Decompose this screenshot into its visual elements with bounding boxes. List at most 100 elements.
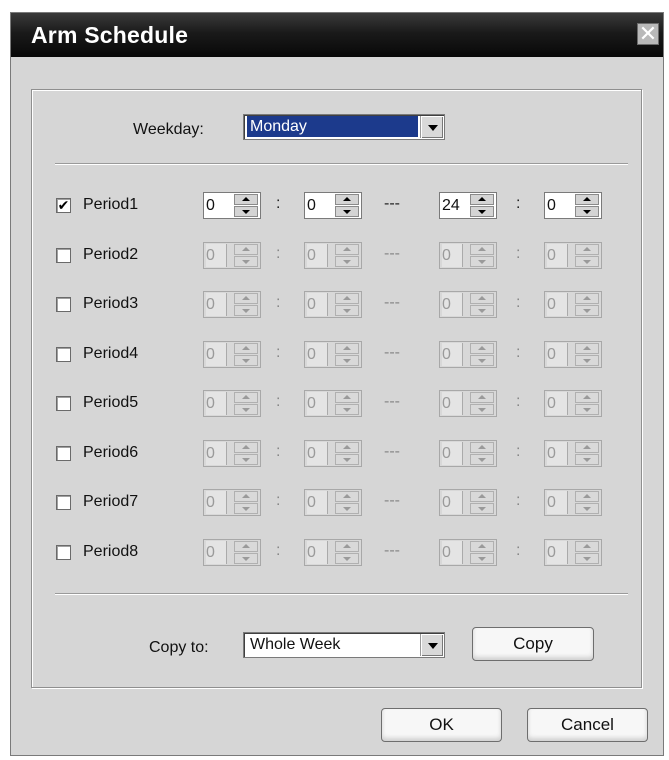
spinner-down-icon[interactable] [575, 404, 599, 415]
spinner-up-icon[interactable] [234, 343, 258, 354]
spinner-up-icon[interactable] [575, 491, 599, 502]
start-minute-spinner[interactable]: 0 [304, 539, 362, 566]
spinner-value[interactable]: 0 [307, 541, 328, 564]
spinner-down-icon[interactable] [470, 305, 494, 316]
spinner-down-icon[interactable] [335, 404, 359, 415]
spinner-up-icon[interactable] [335, 343, 359, 354]
spinner-down-icon[interactable] [575, 553, 599, 564]
start-hour-spinner[interactable]: 0 [203, 489, 261, 516]
period-checkbox[interactable] [56, 446, 71, 461]
spinner-down-icon[interactable] [234, 503, 258, 514]
spinner-value[interactable]: 0 [442, 244, 463, 267]
end-hour-spinner[interactable]: 0 [439, 440, 497, 467]
spinner-up-icon[interactable] [470, 491, 494, 502]
spinner-down-icon[interactable] [234, 355, 258, 366]
cancel-button[interactable]: Cancel [527, 708, 648, 742]
spinner-value[interactable]: 0 [307, 392, 328, 415]
start-hour-spinner[interactable]: 0 [203, 539, 261, 566]
spinner-value[interactable]: 0 [442, 442, 463, 465]
start-minute-spinner[interactable]: 0 [304, 242, 362, 269]
spinner-up-icon[interactable] [575, 244, 599, 255]
spinner-value[interactable]: 0 [307, 442, 328, 465]
spinner-value[interactable]: 0 [206, 541, 227, 564]
weekday-select[interactable]: Monday [243, 114, 445, 140]
spinner-down-icon[interactable] [335, 256, 359, 267]
spinner-value[interactable]: 0 [206, 491, 227, 514]
spinner-up-icon[interactable] [234, 293, 258, 304]
end-hour-spinner[interactable]: 0 [439, 390, 497, 417]
spinner-down-icon[interactable] [470, 503, 494, 514]
spinner-down-icon[interactable] [234, 256, 258, 267]
spinner-down-icon[interactable] [470, 355, 494, 366]
spinner-down-icon[interactable] [234, 454, 258, 465]
spinner-value[interactable]: 0 [307, 343, 328, 366]
start-minute-spinner[interactable]: 0 [304, 440, 362, 467]
end-hour-spinner[interactable]: 0 [439, 489, 497, 516]
spinner-value[interactable]: 0 [307, 293, 328, 316]
spinner-value[interactable]: 0 [442, 343, 463, 366]
spinner-down-icon[interactable] [575, 256, 599, 267]
chevron-down-icon[interactable] [420, 116, 443, 138]
end-minute-spinner[interactable]: 0 [544, 489, 602, 516]
end-hour-spinner[interactable]: 24 [439, 192, 497, 219]
spinner-value[interactable]: 0 [442, 392, 463, 415]
spinner-down-icon[interactable] [575, 355, 599, 366]
start-hour-spinner[interactable]: 0 [203, 341, 261, 368]
spinner-up-icon[interactable] [470, 541, 494, 552]
spinner-up-icon[interactable] [575, 293, 599, 304]
spinner-up-icon[interactable] [234, 442, 258, 453]
spinner-up-icon[interactable] [470, 293, 494, 304]
spinner-up-icon[interactable] [470, 392, 494, 403]
spinner-up-icon[interactable] [335, 392, 359, 403]
period-checkbox[interactable] [56, 297, 71, 312]
period-checkbox[interactable] [56, 396, 71, 411]
spinner-up-icon[interactable] [234, 244, 258, 255]
spinner-value[interactable]: 0 [547, 442, 568, 465]
spinner-down-icon[interactable] [470, 454, 494, 465]
start-minute-spinner[interactable]: 0 [304, 192, 362, 219]
spinner-down-icon[interactable] [335, 454, 359, 465]
spinner-down-icon[interactable] [575, 206, 599, 217]
spinner-value[interactable]: 0 [442, 541, 463, 564]
start-hour-spinner[interactable]: 0 [203, 390, 261, 417]
spinner-down-icon[interactable] [234, 206, 258, 217]
start-minute-spinner[interactable]: 0 [304, 341, 362, 368]
start-hour-spinner[interactable]: 0 [203, 192, 261, 219]
spinner-up-icon[interactable] [575, 442, 599, 453]
spinner-up-icon[interactable] [575, 343, 599, 354]
spinner-up-icon[interactable] [335, 244, 359, 255]
spinner-up-icon[interactable] [575, 392, 599, 403]
spinner-up-icon[interactable] [234, 194, 258, 205]
end-minute-spinner[interactable]: 0 [544, 539, 602, 566]
ok-button[interactable]: OK [381, 708, 502, 742]
spinner-up-icon[interactable] [575, 541, 599, 552]
spinner-down-icon[interactable] [470, 553, 494, 564]
spinner-value[interactable]: 0 [547, 293, 568, 316]
start-hour-spinner[interactable]: 0 [203, 440, 261, 467]
spinner-up-icon[interactable] [335, 293, 359, 304]
spinner-up-icon[interactable] [470, 244, 494, 255]
spinner-up-icon[interactable] [470, 194, 494, 205]
spinner-value[interactable]: 24 [442, 194, 466, 217]
spinner-up-icon[interactable] [335, 442, 359, 453]
title-bar[interactable]: Arm Schedule ✕ [11, 13, 663, 57]
spinner-down-icon[interactable] [234, 305, 258, 316]
spinner-value[interactable]: 0 [307, 244, 328, 267]
end-minute-spinner[interactable]: 0 [544, 440, 602, 467]
close-icon[interactable]: ✕ [637, 23, 659, 45]
spinner-up-icon[interactable] [470, 442, 494, 453]
spinner-up-icon[interactable] [335, 194, 359, 205]
spinner-down-icon[interactable] [575, 305, 599, 316]
spinner-down-icon[interactable] [575, 503, 599, 514]
spinner-value[interactable]: 0 [206, 244, 227, 267]
spinner-down-icon[interactable] [234, 404, 258, 415]
spinner-up-icon[interactable] [575, 194, 599, 205]
spinner-value[interactable]: 0 [206, 194, 230, 217]
period-checkbox[interactable] [56, 347, 71, 362]
end-minute-spinner[interactable]: 0 [544, 291, 602, 318]
spinner-value[interactable]: 0 [547, 343, 568, 366]
spinner-value[interactable]: 0 [206, 442, 227, 465]
spinner-down-icon[interactable] [335, 553, 359, 564]
period-checkbox[interactable] [56, 495, 71, 510]
spinner-down-icon[interactable] [470, 256, 494, 267]
